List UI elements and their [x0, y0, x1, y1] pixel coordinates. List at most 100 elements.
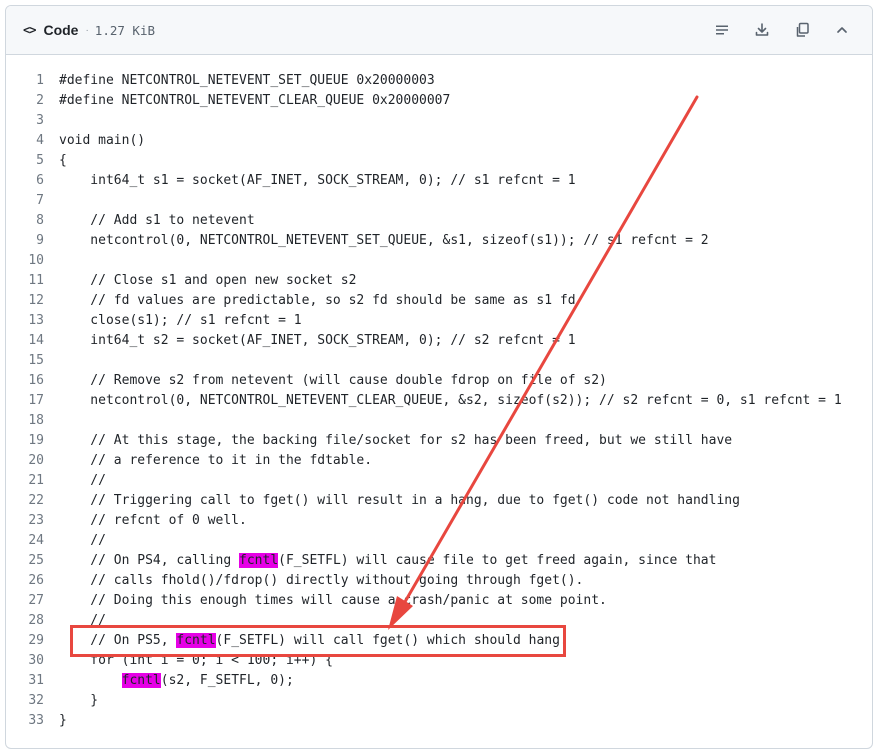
- header-left: <> Code · 1.27 KiB: [6, 22, 155, 38]
- code-line: 13 close(s1); // s1 refcnt = 1: [6, 311, 872, 331]
- code-text: netcontrol(0, NETCONTROL_NETEVENT_SET_QU…: [59, 233, 709, 248]
- line-number: 21: [28, 473, 44, 488]
- code-text: }: [59, 713, 67, 728]
- line-source: //: [59, 611, 106, 631]
- code-text: // Add s1 to netevent: [59, 213, 255, 228]
- code-line: 24 //: [6, 531, 872, 551]
- download-icon: [755, 23, 769, 36]
- code-header: <> Code · 1.27 KiB: [6, 6, 872, 55]
- code-text: }: [59, 693, 99, 708]
- collapse-button[interactable]: [826, 16, 858, 44]
- download-button[interactable]: [746, 16, 778, 44]
- line-number: 18: [28, 413, 44, 428]
- code-line: 26 // calls fhold()/fdrop() directly wit…: [6, 571, 872, 591]
- file-size: 1.27 KiB: [94, 22, 156, 38]
- line-source: {: [59, 151, 67, 171]
- line-source: close(s1); // s1 refcnt = 1: [59, 311, 301, 331]
- line-source: // calls fhold()/fdrop() directly withou…: [59, 571, 583, 591]
- line-source: #define NETCONTROL_NETEVENT_CLEAR_QUEUE …: [59, 91, 450, 111]
- code-text: void main(): [59, 133, 146, 148]
- line-number: 11: [28, 273, 44, 288]
- line-source: // Doing this enough times will cause a …: [59, 591, 607, 611]
- line-number: 2: [36, 93, 44, 108]
- line-number: 29: [28, 633, 44, 648]
- code-text: // Triggering call to fget() will result…: [59, 493, 740, 508]
- line-number: 4: [36, 133, 44, 148]
- code-text: {: [59, 153, 67, 168]
- code-line: 27 // Doing this enough times will cause…: [6, 591, 872, 611]
- search-match-highlight: fcntl: [239, 553, 279, 568]
- line-number: 8: [36, 213, 44, 228]
- line-number: 14: [28, 333, 44, 348]
- code-text: // calls fhold()/fdrop() directly withou…: [59, 573, 584, 588]
- code-line: 16 // Remove s2 from netevent (will caus…: [6, 371, 872, 391]
- code-text: (F_SETFL) will cause file to get freed a…: [278, 553, 717, 568]
- code-line: 28 //: [6, 611, 872, 631]
- line-source: // At this stage, the backing file/socke…: [59, 431, 732, 451]
- copy-button[interactable]: [786, 16, 818, 44]
- line-number: 23: [28, 513, 44, 528]
- line-source: fcntl(s2, F_SETFL, 0);: [59, 671, 294, 691]
- line-number: 3: [36, 113, 44, 128]
- code-line: 29 // On PS5, fcntl(F_SETFL) will call f…: [6, 631, 872, 651]
- line-number: 27: [28, 593, 44, 608]
- code-line: 5{: [6, 151, 872, 171]
- line-number: 9: [36, 233, 44, 248]
- raw-view-button[interactable]: [706, 16, 738, 44]
- code-text: // At this stage, the backing file/socke…: [59, 433, 733, 448]
- code-text: for (int i = 0; i < 100; i++) {: [59, 653, 333, 668]
- line-number: 31: [28, 673, 44, 688]
- code-text: #define NETCONTROL_NETEVENT_SET_QUEUE 0x…: [59, 73, 435, 88]
- code-line: 14 int64_t s2 = socket(AF_INET, SOCK_STR…: [6, 331, 872, 351]
- code-line: 11 // Close s1 and open new socket s2: [6, 271, 872, 291]
- line-number: 6: [36, 173, 44, 188]
- code-line: 19 // At this stage, the backing file/so…: [6, 431, 872, 451]
- code-line: 25 // On PS4, calling fcntl(F_SETFL) wil…: [6, 551, 872, 571]
- code-text: // Close s1 and open new socket s2: [59, 273, 357, 288]
- line-number: 19: [28, 433, 44, 448]
- line-number: 32: [28, 693, 44, 708]
- line-source: // fd values are predictable, so s2 fd s…: [59, 291, 575, 311]
- code-line: 15: [6, 351, 872, 371]
- code-line: 1 #define NETCONTROL_NETEVENT_SET_QUEUE 0…: [6, 71, 872, 91]
- chevron-up-icon: [837, 27, 847, 33]
- code-text: //: [59, 533, 106, 548]
- line-number: 5: [36, 153, 44, 168]
- code-text: // refcnt of 0 well.: [59, 513, 247, 528]
- line-number: 1: [36, 73, 44, 88]
- header-actions: [698, 16, 858, 44]
- line-source: netcontrol(0, NETCONTROL_NETEVENT_CLEAR_…: [59, 391, 842, 411]
- line-source: netcontrol(0, NETCONTROL_NETEVENT_SET_QU…: [59, 231, 709, 251]
- code-line: 33}: [6, 711, 872, 731]
- copy-icon: [796, 22, 809, 37]
- line-number: 22: [28, 493, 44, 508]
- line-source: #define NETCONTROL_NETEVENT_SET_QUEUE 0x…: [59, 71, 435, 91]
- code-panel: <> Code · 1.27 KiB 1 #define NETCONTROL_…: [5, 5, 873, 749]
- line-number: 33: [28, 713, 44, 728]
- code-line: 12 // fd values are predictable, so s2 f…: [6, 291, 872, 311]
- line-number: 13: [28, 313, 44, 328]
- code-line: 17 netcontrol(0, NETCONTROL_NETEVENT_CLE…: [6, 391, 872, 411]
- code-text: int64_t s2 = socket(AF_INET, SOCK_STREAM…: [59, 333, 576, 348]
- code-text: // Remove s2 from netevent (will cause d…: [59, 373, 607, 388]
- code-line: 6 int64_t s1 = socket(AF_INET, SOCK_STRE…: [6, 171, 872, 191]
- code-line: 7: [6, 191, 872, 211]
- search-match-highlight: fcntl: [176, 633, 216, 648]
- code-line: 20 // a reference to it in the fdtable.: [6, 451, 872, 471]
- line-source: // a reference to it in the fdtable.: [59, 451, 372, 471]
- code-line: 22 // Triggering call to fget() will res…: [6, 491, 872, 511]
- line-source: // Triggering call to fget() will result…: [59, 491, 740, 511]
- code-text: netcontrol(0, NETCONTROL_NETEVENT_CLEAR_…: [59, 393, 842, 408]
- line-number: 17: [28, 393, 44, 408]
- code-line: 31 fcntl(s2, F_SETFL, 0);: [6, 671, 872, 691]
- line-number: 26: [28, 573, 44, 588]
- code-line: 4 void main(): [6, 131, 872, 151]
- line-source: //: [59, 531, 106, 551]
- line-source: // Close s1 and open new socket s2: [59, 271, 356, 291]
- code-text: // On PS4, calling: [59, 553, 240, 568]
- line-number: 25: [28, 553, 44, 568]
- code-line: 23 // refcnt of 0 well.: [6, 511, 872, 531]
- code-text: #define NETCONTROL_NETEVENT_CLEAR_QUEUE …: [59, 93, 451, 108]
- code-text: //: [59, 613, 106, 628]
